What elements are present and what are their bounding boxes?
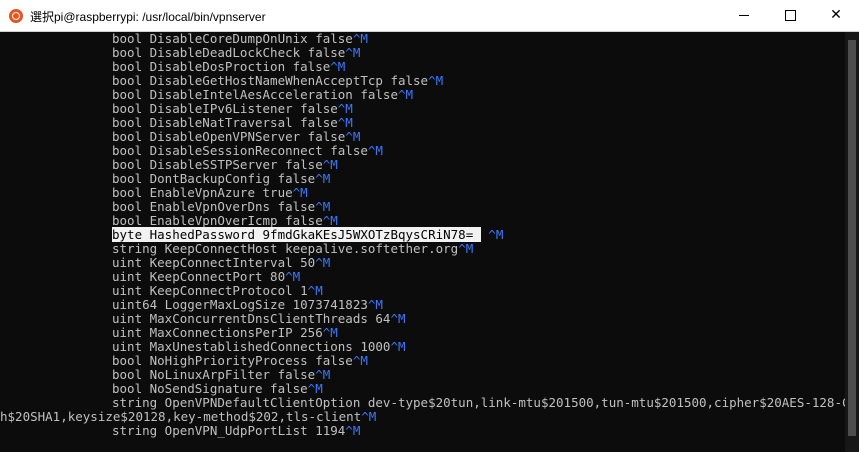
terminal-line: bool EnableVpnOverIcmp false^M (112, 214, 338, 228)
minimize-button[interactable] (721, 0, 767, 31)
terminal-line: uint MaxUnestablishedConnections 1000^M (112, 340, 406, 354)
terminal-line: uint KeepConnectInterval 50^M (112, 256, 330, 270)
carriage-return-marker: ^M (337, 115, 353, 130)
vertical-scrollbar[interactable] (845, 32, 859, 452)
terminal-line-text: bool DisableDeadLockCheck false (112, 45, 346, 60)
terminal-line: byte HashedPassword 9fmdGkaKEsJ5WXOTzBqy… (112, 227, 504, 242)
carriage-return-marker: ^M (367, 297, 383, 312)
terminal-line: bool DisableNatTraversal false^M (112, 116, 353, 130)
terminal-line-text: bool DisableIPv6Listener false (112, 101, 338, 116)
ubuntu-icon (9, 9, 23, 23)
terminal-line-text: uint KeepConnectInterval 50 (112, 255, 316, 270)
terminal-line-text: bool NoHighPriorityProcess false (112, 353, 353, 368)
terminal-line-text: bool DisableGetHostNameWhenAcceptTcp fal… (112, 73, 429, 88)
carriage-return-marker: ^M (345, 129, 361, 144)
carriage-return-marker: ^M (458, 241, 474, 256)
terminal-line-text: uint64 LoggerMaxLogSize 1073741823 (112, 297, 368, 312)
terminal-line-text: bool DisableDosProction false (112, 59, 331, 74)
carriage-return-marker: ^M (390, 311, 406, 326)
carriage-return-marker: ^M (480, 227, 504, 242)
terminal-line-text: bool EnableVpnOverDns false (112, 199, 316, 214)
terminal-line: bool NoSendSignature false^M (112, 382, 323, 396)
close-button[interactable]: ✕ (813, 0, 859, 31)
carriage-return-marker: ^M (352, 31, 368, 46)
carriage-return-marker: ^M (315, 367, 331, 382)
terminal-line-text: uint MaxConcurrentDnsClientThreads 64 (112, 311, 391, 326)
carriage-return-marker: ^M (322, 325, 338, 340)
carriage-return-marker: ^M (345, 423, 361, 438)
carriage-return-marker: ^M (390, 339, 406, 354)
terminal-line: uint MaxConcurrentDnsClientThreads 64^M (112, 312, 406, 326)
terminal-line: uint KeepConnectProtocol 1^M (112, 284, 323, 298)
terminal-line-text: string OpenVPNDefaultClientOption dev-ty… (112, 395, 859, 410)
terminal-line-text: bool DisableSSTPServer false (112, 157, 323, 172)
terminal-line-text: bool NoLinuxArpFilter false (112, 367, 316, 382)
carriage-return-marker: ^M (307, 283, 323, 298)
terminal-line: bool DisableIntelAesAcceleration false^M (112, 88, 413, 102)
terminal-line-text: bool NoSendSignature false (112, 381, 308, 396)
terminal-line: string OpenVPN_UdpPortList 1194^M (112, 424, 360, 438)
carriage-return-marker: ^M (428, 73, 444, 88)
carriage-return-marker: ^M (322, 157, 338, 172)
carriage-return-marker: ^M (361, 409, 377, 424)
scroll-thumb[interactable] (848, 40, 856, 436)
carriage-return-marker: ^M (397, 87, 414, 102)
terminal-line-text: bool DisableSessionReconnect false (112, 143, 368, 158)
terminal-output[interactable]: bool DisableCoreDumpOnUnix false^M bool D… (0, 32, 859, 452)
terminal-line-text: h$20SHA1,keysize$20128,key-method$202,tl… (0, 409, 362, 424)
terminal-line: bool DisableSessionReconnect false^M (112, 144, 383, 158)
terminal-line-text: bool DisableCoreDumpOnUnix false (112, 31, 353, 46)
window-title: 選択pi@raspberrypi: /usr/local/bin/vpnserv… (30, 10, 266, 24)
terminal-line: h$20SHA1,keysize$20128,key-method$202,tl… (0, 410, 376, 424)
terminal-line-text: string KeepConnectHost keepalive.softeth… (112, 241, 459, 256)
terminal-line: string OpenVPNDefaultClientOption dev-ty… (112, 396, 859, 410)
terminal-line: bool DisableCoreDumpOnUnix false^M (112, 32, 368, 46)
terminal-line: bool EnableVpnAzure true^M (112, 186, 308, 200)
terminal-line: bool DisableOpenVPNServer false^M (112, 130, 360, 144)
minimize-icon (739, 14, 749, 16)
carriage-return-marker: ^M (367, 143, 383, 158)
terminal-line: bool DisableGetHostNameWhenAcceptTcp fal… (112, 74, 443, 88)
terminal-line: uint64 LoggerMaxLogSize 1073741823^M (112, 298, 383, 312)
terminal-line-text: bool EnableVpnOverIcmp false (112, 213, 323, 228)
terminal-line: bool NoHighPriorityProcess false^M (112, 354, 368, 368)
carriage-return-marker: ^M (285, 269, 301, 284)
terminal-line-text: bool EnableVpnAzure true (112, 185, 293, 200)
carriage-return-marker: ^M (322, 213, 338, 228)
carriage-return-marker: ^M (315, 171, 331, 186)
terminal-line: bool EnableVpnOverDns false^M (112, 200, 330, 214)
carriage-return-marker: ^M (292, 185, 308, 200)
terminal-line: bool NoLinuxArpFilter false^M (112, 368, 330, 382)
carriage-return-marker: ^M (315, 199, 331, 214)
terminal-line-text: uint KeepConnectPort 80 (112, 269, 286, 284)
terminal-line-text: uint KeepConnectProtocol 1 (112, 283, 308, 298)
maximize-icon (784, 9, 796, 21)
terminal-line-text: string OpenVPN_UdpPortList 1194 (112, 423, 346, 438)
terminal-line-text: uint MaxConnectionsPerIP 256 (112, 325, 323, 340)
terminal-line-text: uint MaxUnestablishedConnections 1000 (112, 339, 391, 354)
carriage-return-marker: ^M (315, 255, 331, 270)
terminal-line-text: bool DisableNatTraversal false (112, 115, 338, 130)
terminal-line: string KeepConnectHost keepalive.softeth… (112, 242, 473, 256)
title-bar[interactable]: 選択pi@raspberrypi: /usr/local/bin/vpnserv… (0, 0, 859, 32)
carriage-return-marker: ^M (337, 101, 353, 116)
terminal-line-text: bool DontBackupConfig false (112, 171, 316, 186)
close-icon: ✕ (830, 7, 842, 23)
carriage-return-marker: ^M (307, 381, 323, 396)
terminal-line: uint KeepConnectPort 80^M (112, 270, 300, 284)
maximize-button[interactable] (767, 0, 813, 31)
terminal-line-text: byte HashedPassword 9fmdGkaKEsJ5WXOTzBqy… (112, 227, 481, 242)
terminal-line: bool DisableDosProction false^M (112, 60, 345, 74)
terminal-line: uint MaxConnectionsPerIP 256^M (112, 326, 338, 340)
terminal-line: bool DontBackupConfig false^M (112, 172, 330, 186)
terminal-line: bool DisableSSTPServer false^M (112, 158, 338, 172)
carriage-return-marker: ^M (330, 59, 346, 74)
carriage-return-marker: ^M (352, 353, 368, 368)
terminal-line-text: bool DisableOpenVPNServer false (112, 129, 346, 144)
terminal-line-text: bool DisableIntelAesAcceleration false (112, 87, 398, 102)
carriage-return-marker: ^M (345, 45, 361, 60)
terminal-line: bool DisableIPv6Listener false^M (112, 102, 353, 116)
terminal-line: bool DisableDeadLockCheck false^M (112, 46, 360, 60)
